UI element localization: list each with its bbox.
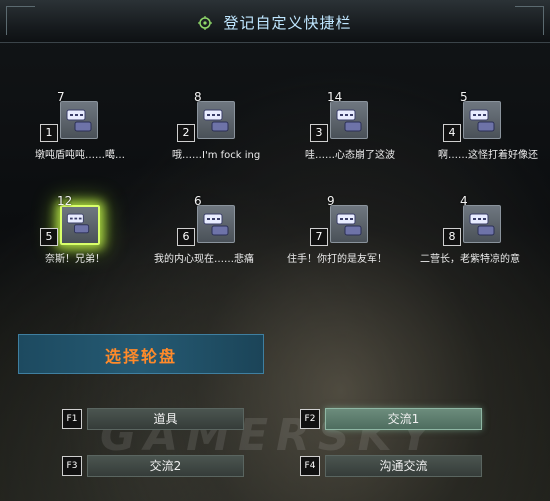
slot-text: 我的内心现在……悲痛 [154,254,254,265]
shortcut-slot-4[interactable]: 5 4 啊……这怪打着好像还 [438,90,550,166]
slot-text: 二营长，老紫特凉的意 [420,254,520,265]
shortcut-slot-1[interactable]: 7 1 墩吨盾吨吨……噶… [35,90,165,166]
tab-label: 交流2 [87,455,244,477]
slot-key: 1 [40,124,58,142]
slot-text: 哇……心态崩了这波 [305,150,395,161]
title-bar: 登记自定义快捷栏 [0,12,550,33]
shortcut-slot-3[interactable]: 14 3 哇……心态崩了这波 [305,90,435,166]
tab-f2[interactable]: F2 交流1 [300,408,485,430]
tab-f3[interactable]: F3 交流2 [62,455,247,477]
slot-text: 哦……I'm fock ing [172,150,261,161]
chat-bubble-icon [197,205,235,243]
slot-text: 墩吨盾吨吨……噶… [35,150,125,161]
slot-count: 8 [194,90,202,104]
tab-label: 交流1 [325,408,482,430]
shortcut-slot-6[interactable]: 6 6 我的内心现在……悲痛 [154,194,302,270]
slot-text: 住手！你打的是友军！ [287,254,387,265]
tab-f4[interactable]: F4 沟通交流 [300,455,485,477]
page-title: 登记自定义快捷栏 [223,14,352,32]
slot-count: 5 [460,90,468,104]
slot-key: 2 [177,124,195,142]
select-wheel-button[interactable]: 选择轮盘 [18,334,264,374]
key-label: F3 [62,456,82,476]
tab-f1[interactable]: F1 道具 [62,408,247,430]
slot-count: 9 [327,194,335,208]
key-label: F4 [300,456,320,476]
chat-bubble-icon [330,101,368,139]
slot-count: 6 [194,194,202,208]
chat-bubble-icon [60,101,98,139]
target-icon [198,16,213,30]
shortcut-slot-8[interactable]: 4 8 二营长，老紫特凉的意 [420,194,550,270]
tab-label: 道具 [87,408,244,430]
slot-key: 3 [310,124,328,142]
shortcut-slot-2[interactable]: 8 2 哦……I'm fock ing [172,90,302,166]
slot-key: 7 [310,228,328,246]
slot-count: 14 [327,90,343,104]
key-label: F2 [300,409,320,429]
key-label: F1 [62,409,82,429]
shortcut-slot-7[interactable]: 9 7 住手！你打的是友军！ [287,194,435,270]
window-frame-top: 登记自定义快捷栏 [0,0,550,43]
slot-count: 4 [460,194,468,208]
chat-bubble-icon [330,205,368,243]
slot-key: 5 [40,228,58,246]
shortcut-slot-5[interactable]: 12 5 奈斯！兄弟！ [35,194,165,270]
chat-bubble-icon [463,101,501,139]
slot-count: 12 [57,194,73,208]
slot-count: 7 [57,90,65,104]
chat-bubble-icon [463,205,501,243]
tab-label: 沟通交流 [325,455,482,477]
select-wheel-label: 选择轮盘 [104,347,177,366]
slot-key: 8 [443,228,461,246]
chat-bubble-icon [60,205,100,245]
slot-key: 4 [443,124,461,142]
slot-text: 啊……这怪打着好像还 [438,150,538,161]
slot-key: 6 [177,228,195,246]
chat-bubble-icon [197,101,235,139]
